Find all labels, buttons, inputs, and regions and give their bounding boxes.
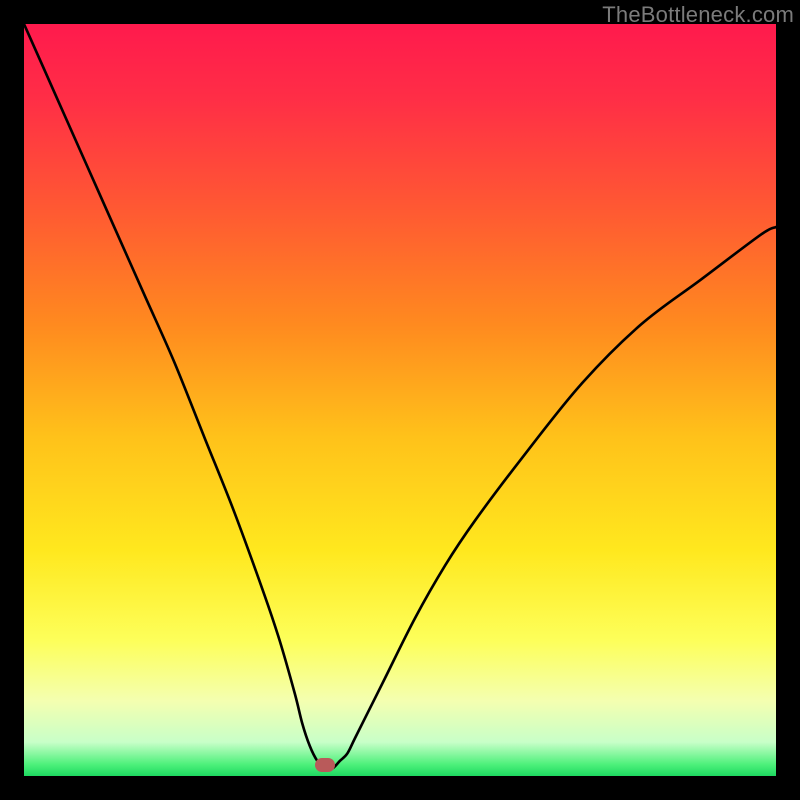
curve-path [24,24,776,769]
bottleneck-curve [24,24,776,776]
optimal-marker [315,758,335,772]
outer-frame: TheBottleneck.com [0,0,800,800]
chart-area [24,24,776,776]
